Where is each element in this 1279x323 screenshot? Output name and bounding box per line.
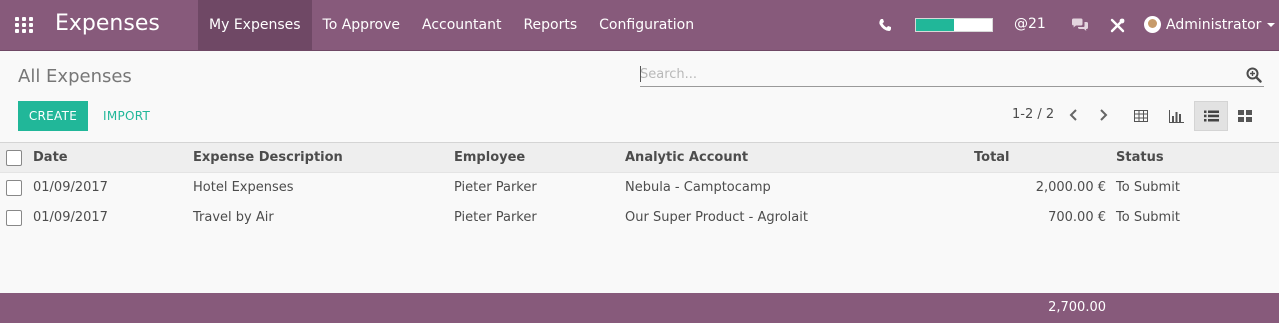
cell-analytic-account: Nebula - Camptocamp <box>625 180 771 195</box>
table-view-button[interactable] <box>1124 101 1158 131</box>
cell-status: To Submit <box>1116 180 1180 195</box>
column-header-analytic-account[interactable]: Analytic Account <box>625 143 748 173</box>
expenses-table: Date Expense Description Employee Analyt… <box>0 142 1279 233</box>
footer-total: 2,700.00 <box>1048 300 1106 315</box>
search-icon[interactable] <box>1246 67 1262 83</box>
page-title: All Expenses <box>18 66 132 87</box>
menu-to-approve[interactable]: To Approve <box>312 0 411 50</box>
row-checkbox[interactable] <box>6 180 22 196</box>
avatar <box>1144 16 1161 33</box>
search-bar <box>640 62 1264 87</box>
main-menu: My Expenses To Approve Accountant Report… <box>198 0 705 50</box>
column-header-employee[interactable]: Employee <box>454 143 525 173</box>
user-name: Administrator <box>1166 16 1262 33</box>
cell-description: Hotel Expenses <box>193 180 294 195</box>
list-view-button[interactable] <box>1194 101 1228 131</box>
tools-icon[interactable] <box>1110 18 1125 33</box>
chat-icon[interactable] <box>1071 18 1089 32</box>
cell-description: Travel by Air <box>193 210 274 225</box>
column-header-status[interactable]: Status <box>1116 143 1164 173</box>
top-navbar: Expenses My Expenses To Approve Accounta… <box>0 0 1279 51</box>
app-title: Expenses <box>55 11 160 36</box>
table-view-icon <box>1134 110 1148 122</box>
column-header-description[interactable]: Expense Description <box>193 143 343 173</box>
menu-configuration[interactable]: Configuration <box>588 0 705 50</box>
graph-view-icon <box>1168 109 1184 123</box>
kanban-view-button[interactable] <box>1228 101 1262 131</box>
cell-status: To Submit <box>1116 210 1180 225</box>
apps-grid-icon[interactable] <box>15 17 33 33</box>
row-checkbox[interactable] <box>6 210 22 226</box>
mentions-counter[interactable]: @21 <box>1014 16 1046 32</box>
cell-employee: Pieter Parker <box>454 180 537 195</box>
cell-date: 01/09/2017 <box>33 210 108 225</box>
cell-total: 2,000.00 € <box>1035 180 1106 195</box>
table-footer: 2,700.00 <box>0 293 1279 323</box>
menu-my-expenses[interactable]: My Expenses <box>198 0 312 50</box>
user-menu[interactable]: Administrator <box>1144 16 1276 33</box>
cell-analytic-account: Our Super Product - Agrolait <box>625 210 808 225</box>
select-all-checkbox[interactable] <box>6 150 22 166</box>
import-button[interactable]: IMPORT <box>96 101 157 131</box>
column-header-date[interactable]: Date <box>33 143 68 173</box>
list-view-icon <box>1203 110 1219 122</box>
table-row[interactable]: 01/09/2017 Travel by Air Pieter Parker O… <box>0 203 1279 233</box>
activity-progress-bar[interactable] <box>915 18 993 32</box>
cell-employee: Pieter Parker <box>454 210 537 225</box>
table-header: Date Expense Description Employee Analyt… <box>0 142 1279 173</box>
search-input[interactable] <box>640 62 1240 86</box>
create-button[interactable]: CREATE <box>18 101 88 131</box>
phone-icon[interactable] <box>878 18 892 32</box>
graph-view-button[interactable] <box>1159 101 1193 131</box>
text-cursor <box>640 66 641 82</box>
menu-reports[interactable]: Reports <box>512 0 588 50</box>
caret-down-icon <box>1267 22 1276 27</box>
pager-next-icon[interactable] <box>1096 107 1110 123</box>
cell-total: 700.00 € <box>1048 210 1106 225</box>
progress-fill <box>916 19 954 31</box>
cell-date: 01/09/2017 <box>33 180 108 195</box>
pager-previous-icon[interactable] <box>1067 107 1081 123</box>
column-header-total[interactable]: Total <box>974 143 1010 173</box>
table-row[interactable]: 01/09/2017 Hotel Expenses Pieter Parker … <box>0 173 1279 203</box>
kanban-view-icon <box>1238 110 1252 122</box>
pager-value[interactable]: 1-2 / 2 <box>1012 107 1054 122</box>
menu-accountant[interactable]: Accountant <box>411 0 512 50</box>
